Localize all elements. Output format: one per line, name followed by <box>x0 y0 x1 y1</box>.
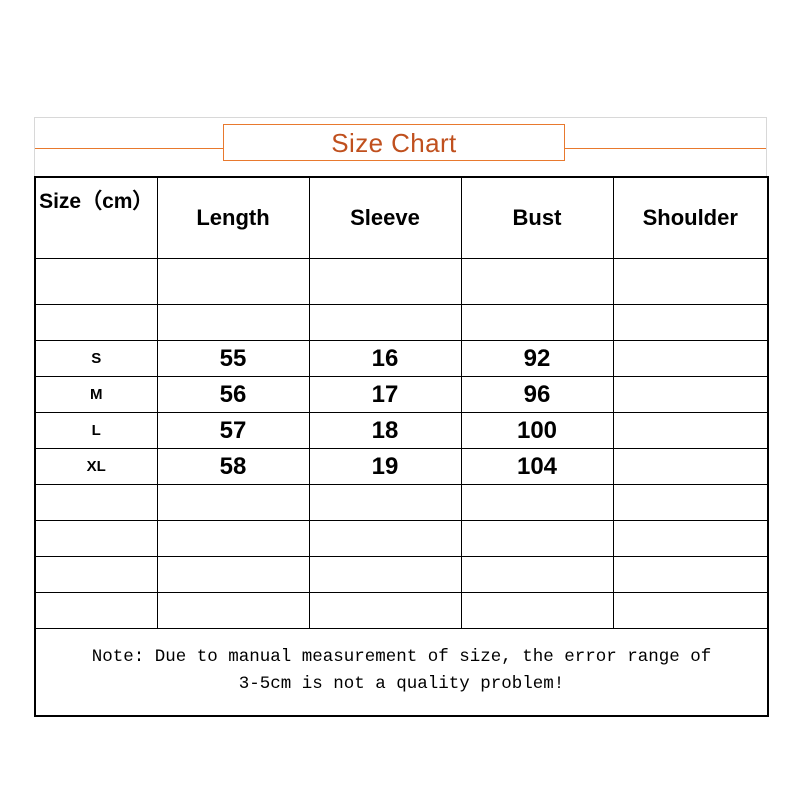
empty-cell <box>34 556 158 593</box>
table-spacer-row <box>34 484 769 521</box>
table-spacer-row <box>34 592 769 629</box>
empty-cell <box>34 304 158 341</box>
column-header-sleeve: Sleeve <box>308 176 462 259</box>
empty-cell <box>460 592 614 629</box>
empty-cell <box>460 304 614 341</box>
empty-cell <box>156 592 310 629</box>
measurement-note: Note: Due to manual measurement of size,… <box>34 628 769 717</box>
table-row: S 55 16 92 <box>34 340 769 377</box>
empty-cell <box>156 484 310 521</box>
column-header-size: Size（cm） <box>34 176 158 259</box>
empty-cell <box>460 258 614 305</box>
cell-bust: 92 <box>460 340 614 377</box>
table-row: L 57 18 100 <box>34 412 769 449</box>
table-spacer-row <box>34 556 769 593</box>
cell-length: 56 <box>156 376 310 413</box>
cell-length: 58 <box>156 448 310 485</box>
empty-cell <box>308 556 462 593</box>
empty-cell <box>460 520 614 557</box>
size-chart-container: Size Chart Size（cm） Length Sleeve Bust S… <box>34 117 769 717</box>
table-spacer-row <box>34 520 769 557</box>
empty-cell <box>34 484 158 521</box>
title-box: Size Chart <box>223 124 565 161</box>
empty-cell <box>612 556 769 593</box>
column-header-length: Length <box>156 176 310 259</box>
empty-cell <box>156 304 310 341</box>
cell-length: 55 <box>156 340 310 377</box>
table-row: M 56 17 96 <box>34 376 769 413</box>
empty-cell <box>308 258 462 305</box>
empty-cell <box>460 556 614 593</box>
empty-cell <box>308 484 462 521</box>
empty-cell <box>308 592 462 629</box>
cell-sleeve: 18 <box>308 412 462 449</box>
cell-sleeve: 16 <box>308 340 462 377</box>
empty-cell <box>612 484 769 521</box>
empty-cell <box>34 258 158 305</box>
empty-cell <box>460 484 614 521</box>
table-note-row: Note: Due to manual measurement of size,… <box>34 628 769 717</box>
table-spacer-row <box>34 258 769 305</box>
cell-shoulder <box>612 448 769 485</box>
empty-cell <box>612 592 769 629</box>
cell-bust: 96 <box>460 376 614 413</box>
empty-cell <box>308 304 462 341</box>
table-row: XL 58 19 104 <box>34 448 769 485</box>
empty-cell <box>308 520 462 557</box>
cell-size: M <box>34 376 158 413</box>
empty-cell <box>612 258 769 305</box>
cell-sleeve: 19 <box>308 448 462 485</box>
table-header-row: Size（cm） Length Sleeve Bust Shoulder <box>34 176 769 259</box>
empty-cell <box>156 258 310 305</box>
table-spacer-row <box>34 304 769 341</box>
cell-sleeve: 17 <box>308 376 462 413</box>
cell-length: 57 <box>156 412 310 449</box>
cell-shoulder <box>612 376 769 413</box>
cell-shoulder <box>612 412 769 449</box>
page-title: Size Chart <box>331 127 457 158</box>
cell-size: L <box>34 412 158 449</box>
cell-bust: 104 <box>460 448 614 485</box>
empty-cell <box>612 520 769 557</box>
empty-cell <box>34 592 158 629</box>
empty-cell <box>612 304 769 341</box>
empty-cell <box>156 556 310 593</box>
column-header-shoulder: Shoulder <box>612 176 769 259</box>
empty-cell <box>156 520 310 557</box>
cell-shoulder <box>612 340 769 377</box>
size-table: Size（cm） Length Sleeve Bust Shoulder S 5… <box>34 176 769 717</box>
title-band: Size Chart <box>34 117 767 176</box>
cell-size: S <box>34 340 158 377</box>
cell-size: XL <box>34 448 158 485</box>
empty-cell <box>34 520 158 557</box>
column-header-bust: Bust <box>460 176 614 259</box>
cell-bust: 100 <box>460 412 614 449</box>
